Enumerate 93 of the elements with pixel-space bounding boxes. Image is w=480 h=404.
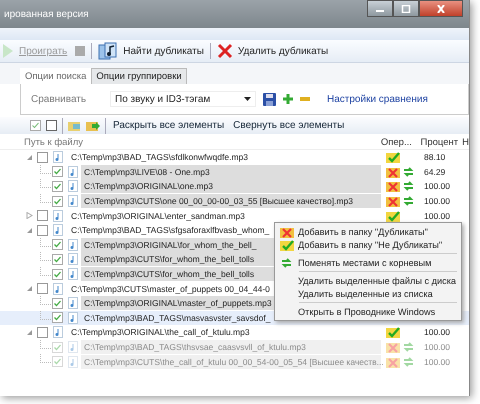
column-header[interactable]: Путь к файлу: [0, 137, 381, 148]
checkbox[interactable]: [52, 312, 63, 324]
file-path-cell-text: C:\Temp\mp3\ORIGINAL\the_call_of_ktulu.mp3: [71, 326, 250, 340]
file-path-cell-text: C:\Temp\mp3\BAD_TAGS\thsvsae_caasvsvll_of_ktulu.mp3: [84, 341, 306, 354]
caret-icon: [244, 97, 251, 101]
column-header[interactable]: Процент: [420, 137, 462, 148]
percent-cell: 100.00: [424, 342, 450, 352]
check-all-icon[interactable]: [30, 120, 41, 131]
delete-icon: [216, 43, 233, 59]
menu-item[interactable]: Удалить выделенные из списка: [275, 287, 461, 300]
compare-label: Сравнивать: [31, 94, 88, 104]
cross-folder-icon: [280, 226, 294, 238]
music-file-icon: [53, 224, 63, 236]
file-path-cell-text: C:\Temp\mp3\CUTS\the_call_of_ktulu 00_00_54-00_05_54 [Высшее качеств...: [84, 356, 384, 369]
music-file-icon: [68, 268, 78, 280]
file-path-cell-text: C:\Temp\mp3\BAD_TAGS\masvasvster_savsdof_: [84, 312, 270, 325]
collapse-arrow-icon[interactable]: [26, 154, 33, 161]
file-path-cell-text: C:\Temp\mp3\BAD_TAGS\sfgsaforaxlfbvasb_whom_: [71, 224, 270, 238]
checkbox[interactable]: [37, 326, 48, 338]
percent-cell: 100.00: [424, 210, 450, 221]
expand-all-button[interactable]: Раскрыть все элементы: [111, 120, 226, 131]
music-file-icon: [68, 195, 78, 208]
window-title: ированная версия: [4, 8, 89, 20]
file-path-cell-text: C:\Temp\mp3\ORIGINAL\master_of_puppets.mp3: [84, 297, 272, 310]
folder-icon[interactable]: [68, 120, 81, 132]
checkbox[interactable]: [37, 283, 48, 294]
file-path-cell-text: C:\Temp\mp3\ORIGINAL\for_whom_the_bell_: [84, 238, 256, 252]
music-file-icon: [53, 210, 63, 222]
music-file-icon: [68, 253, 78, 266]
file-path-cell-text: C:\Temp\mp3\BAD_TAGS\sfdlkonwfwqdfe.mp3: [71, 151, 248, 164]
checkbox[interactable]: [52, 180, 63, 192]
checkbox[interactable]: [52, 239, 63, 250]
plus-icon[interactable]: [283, 94, 293, 104]
minimize-button[interactable]: [367, 0, 393, 17]
column-header[interactable]: Опер...: [380, 137, 420, 148]
check-folder-icon: [280, 238, 294, 250]
collapse-arrow-icon[interactable]: [26, 328, 33, 336]
checkbox[interactable]: [52, 268, 63, 280]
file-path-cell-text: C:\Temp\mp3\ORIGINAL\one.mp3: [84, 180, 213, 194]
swap-icon: [281, 256, 292, 268]
uncheck-all-icon[interactable]: [46, 120, 57, 131]
music-file-icon: [68, 238, 78, 251]
delete-duplicates-button[interactable]: Удалить дубликаты: [214, 43, 330, 59]
expand-arrow-icon[interactable]: [26, 212, 33, 220]
file-path-cell-text: C:\Temp\mp3\ORIGINAL\enter_sandman.mp3: [71, 210, 245, 223]
close-icon: [436, 4, 446, 12]
maximize-icon: [401, 4, 411, 12]
music-file-icon: [53, 326, 63, 338]
music-file-icon: [68, 180, 78, 192]
percent-cell: 100.00: [424, 356, 450, 367]
music-file-icon: [53, 151, 63, 164]
save-icon[interactable]: [263, 92, 276, 106]
file-path-cell-text: C:\Temp\mp3\CUTS\one 00_00_00-00_03_55 [Высшее качество].mp3: [84, 195, 353, 208]
percent-cell: 88.10: [424, 152, 446, 162]
checkbox[interactable]: [52, 298, 63, 309]
music-file-icon: [68, 341, 78, 354]
find-duplicates-button[interactable]: Найти дубликаты: [96, 42, 206, 60]
file-path-cell-text: C:\Temp\mp3\CUTS\master_of_puppets 00_04_44-0: [71, 282, 270, 296]
checkbox[interactable]: [37, 224, 48, 236]
music-file-icon: [68, 166, 78, 178]
tab[interactable]: Опции поиска: [20, 68, 92, 84]
checkbox[interactable]: [52, 254, 63, 265]
checkbox[interactable]: [37, 210, 48, 222]
music-file-icon: [53, 282, 63, 295]
music-files-icon: [98, 42, 118, 60]
file-path-cell-text: C:\Temp\mp3\LIVE\08 - One.mp3: [84, 166, 210, 179]
music-file-icon: [68, 297, 78, 310]
tab[interactable]: Опции группировки: [91, 68, 187, 84]
percent-cell: 100.00: [424, 196, 450, 206]
stop-icon: [75, 46, 86, 56]
menu-item[interactable]: Добавить в папку "Дубликаты": [275, 225, 461, 238]
music-file-icon: [68, 312, 78, 324]
file-path-cell-text: C:\Temp\mp3\CUTS\for_whom_the_bell_tolls: [84, 253, 254, 266]
menu-item[interactable]: Добавить в папку "Не Дубликаты": [275, 238, 461, 251]
checkbox[interactable]: [52, 166, 63, 178]
collapse-all-button[interactable]: Свернуть все элементы: [231, 120, 346, 131]
menu-item[interactable]: Поменять местами с корневым: [275, 256, 461, 269]
percent-cell: 100.00: [424, 327, 450, 338]
play-icon: [2, 43, 14, 59]
music-file-icon: [68, 356, 78, 368]
percent-cell: 100.00: [424, 181, 450, 192]
maximize-button[interactable]: [393, 0, 419, 17]
compare-dropdown[interactable]: По звуку и ID3-тэгам: [110, 91, 256, 107]
collapse-arrow-icon[interactable]: [26, 285, 33, 292]
menu-item[interactable]: Удалить выделенные файлы с диска: [275, 274, 461, 287]
file-path-cell-text: C:\Temp\mp3\CUTS\for_whom_the_bell_tolls: [84, 268, 254, 282]
compare-settings-link[interactable]: Настройки сравнения: [327, 94, 428, 104]
close-button[interactable]: [419, 0, 463, 17]
collapse-arrow-icon[interactable]: [26, 226, 33, 234]
checkbox[interactable]: [52, 196, 63, 207]
percent-cell: 64.29: [424, 166, 446, 177]
column-header[interactable]: Н: [462, 137, 469, 148]
checkbox[interactable]: [37, 152, 48, 163]
